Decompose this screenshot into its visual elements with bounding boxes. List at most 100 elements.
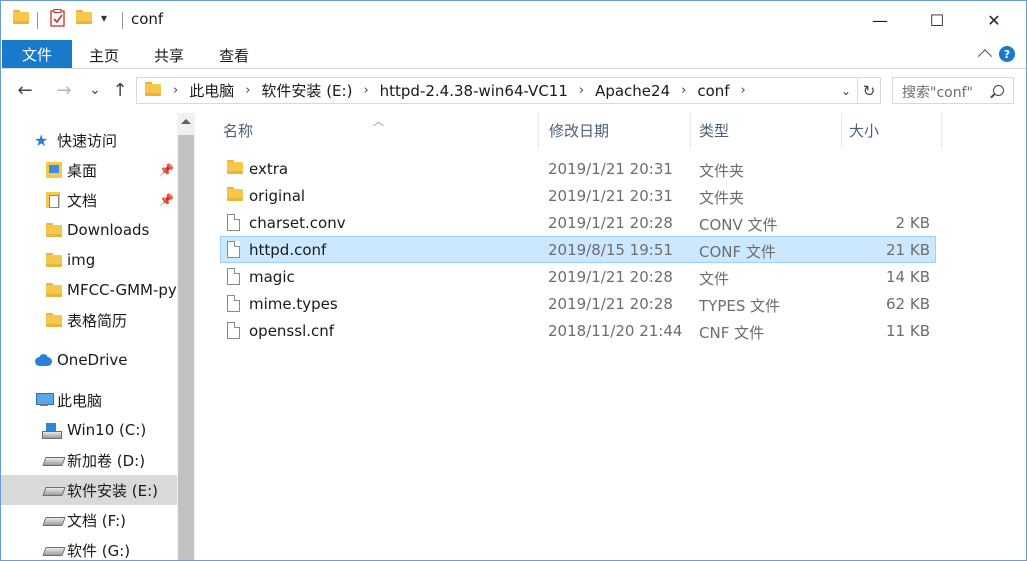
breadcrumb-this-pc[interactable]: 此电脑 xyxy=(189,80,234,101)
maximize-button[interactable]: ☐ xyxy=(914,1,960,39)
address-bar[interactable]: › 此电脑 › 软件安装 (E:) › httpd-2.4.38-win64-V… xyxy=(136,77,881,104)
sidebar-item-quick-access[interactable]: ★ 快速访问 xyxy=(1,125,177,155)
breadcrumb-httpd[interactable]: httpd-2.4.38-win64-VC11 xyxy=(380,82,568,100)
breadcrumb-drive-e[interactable]: 软件安装 (E:) xyxy=(261,80,352,101)
drive-icon xyxy=(44,485,67,495)
breadcrumb-separator[interactable]: › xyxy=(173,83,178,98)
minimize-button[interactable]: — xyxy=(857,1,903,39)
scrollbar-thumb[interactable] xyxy=(178,135,194,560)
file-size: 14 KB xyxy=(886,268,930,286)
desktop-icon xyxy=(46,162,67,178)
file-date: 2019/1/21 20:28 xyxy=(548,268,673,286)
address-dropdown-icon[interactable]: ⌄ xyxy=(836,81,856,101)
tab-file[interactable]: 文件 xyxy=(2,40,72,68)
column-divider[interactable] xyxy=(690,113,691,147)
file-size: 2 KB xyxy=(895,214,930,232)
folder-icon xyxy=(13,10,29,24)
breadcrumb-separator[interactable]: › xyxy=(681,83,686,98)
refresh-button[interactable]: ↻ xyxy=(857,78,880,103)
breadcrumb-conf[interactable]: conf xyxy=(697,82,729,100)
recent-locations-button[interactable]: ⌄ xyxy=(83,78,107,102)
breadcrumb-separator[interactable]: › xyxy=(245,83,250,98)
sidebar-item-drive-e[interactable]: 软件安装 (E:) xyxy=(1,475,177,505)
file-row-openssl-cnf[interactable]: openssl.cnf 2018/11/20 21:44 CNF 文件 11 K… xyxy=(220,317,936,344)
sidebar-item-label: OneDrive xyxy=(57,351,128,369)
sidebar-item-this-pc[interactable]: 此电脑 xyxy=(1,385,177,415)
navigation-bar: ← → ⌄ ↑ › 此电脑 › 软件安装 (E:) › httpd-2.4.38… xyxy=(1,70,1026,110)
sidebar-item-label: Downloads xyxy=(67,221,150,239)
search-input[interactable]: 搜索"conf" xyxy=(892,77,1014,104)
close-button[interactable]: ✕ xyxy=(971,1,1017,39)
folder-icon xyxy=(46,283,67,297)
sidebar-item-downloads[interactable]: Downloads xyxy=(1,215,177,245)
column-divider[interactable] xyxy=(941,113,942,147)
sidebar-item-documents[interactable]: 文档 📌 xyxy=(1,185,177,215)
file-list: ︿ 名称 修改日期 类型 大小 extra 2019/1/21 20:31 文件… xyxy=(198,113,1026,560)
file-type: CONF 文件 xyxy=(699,243,776,261)
file-row-charset-conv[interactable]: charset.conv 2019/1/21 20:28 CONV 文件 2 K… xyxy=(220,209,936,236)
new-folder-icon[interactable] xyxy=(76,10,92,24)
sidebar-scrollbar[interactable] xyxy=(177,113,195,560)
folder-icon xyxy=(46,253,67,267)
file-type: CONV 文件 xyxy=(699,216,778,234)
file-date: 2019/1/21 20:31 xyxy=(548,187,673,205)
computer-icon xyxy=(35,393,57,407)
file-row-extra[interactable]: extra 2019/1/21 20:31 文件夹 xyxy=(220,155,936,182)
column-header-date[interactable]: 修改日期 xyxy=(549,113,609,147)
expand-ribbon-icon[interactable] xyxy=(977,49,993,64)
sidebar-item-desktop[interactable]: 桌面 📌 xyxy=(1,155,177,185)
sort-ascending-icon: ︿ xyxy=(373,115,384,128)
sidebar-item-onedrive[interactable]: OneDrive xyxy=(1,345,177,375)
tab-home[interactable]: 主页 xyxy=(89,45,119,66)
file-name: httpd.conf xyxy=(249,241,327,259)
column-header-name[interactable]: 名称 xyxy=(223,113,253,147)
file-row-mime-types[interactable]: mime.types 2019/1/21 20:28 TYPES 文件 62 K… xyxy=(220,290,936,317)
sidebar-item-mfcc-gmm[interactable]: MFCC-GMM-py xyxy=(1,275,177,305)
sidebar-item-label: MFCC-GMM-py xyxy=(67,281,177,299)
file-date: 2019/1/21 20:28 xyxy=(548,295,673,313)
pin-icon[interactable]: 📌 xyxy=(159,163,174,177)
column-header-type[interactable]: 类型 xyxy=(699,113,729,147)
file-icon xyxy=(227,295,240,316)
tab-share[interactable]: 共享 xyxy=(154,45,184,66)
column-divider[interactable] xyxy=(538,113,539,147)
pin-icon[interactable]: 📌 xyxy=(159,193,174,207)
scroll-up-arrow-icon[interactable] xyxy=(181,119,191,124)
sidebar-item-drive-c[interactable]: Win10 (C:) xyxy=(1,415,177,445)
sidebar-item-drive-d[interactable]: 新加卷 (D:) xyxy=(1,445,177,475)
file-row-original[interactable]: original 2019/1/21 20:31 文件夹 xyxy=(220,182,936,209)
sidebar-item-resume-tables[interactable]: 表格简历 xyxy=(1,305,177,335)
sidebar-item-label: 软件 (G:) xyxy=(67,541,131,560)
file-row-magic[interactable]: magic 2019/1/21 20:28 文件 14 KB xyxy=(220,263,936,290)
column-divider[interactable] xyxy=(841,113,842,147)
file-size: 11 KB xyxy=(886,322,930,340)
sidebar-item-label: 软件安装 (E:) xyxy=(67,481,159,500)
breadcrumb-apache24[interactable]: Apache24 xyxy=(595,82,670,100)
tab-view[interactable]: 查看 xyxy=(219,45,249,66)
column-header-size[interactable]: 大小 xyxy=(849,113,879,147)
customize-toolbar-icon[interactable]: ▾ xyxy=(101,11,107,25)
properties-icon[interactable] xyxy=(50,9,67,27)
sidebar-item-drive-g[interactable]: 软件 (G:) xyxy=(1,535,177,560)
file-row-httpd-conf[interactable]: httpd.conf 2019/8/15 19:51 CONF 文件 21 KB xyxy=(220,236,936,263)
search-icon[interactable] xyxy=(993,85,1004,96)
folder-icon xyxy=(46,223,67,237)
drive-icon xyxy=(44,455,67,465)
sidebar-item-drive-f[interactable]: 文档 (F:) xyxy=(1,505,177,535)
sidebar-item-label: 文档 (F:) xyxy=(67,511,126,530)
title-bar: ▾ conf — ☐ ✕ xyxy=(1,1,1026,39)
help-icon[interactable]: ? xyxy=(999,46,1015,62)
sidebar-item-label: 新加卷 (D:) xyxy=(67,451,146,470)
breadcrumb-separator[interactable]: › xyxy=(579,83,584,98)
folder-icon xyxy=(46,313,67,327)
ribbon-tabs: 文件 主页 共享 查看 ? xyxy=(1,39,1026,69)
back-button[interactable]: ← xyxy=(13,78,37,102)
file-date: 2018/11/20 21:44 xyxy=(548,322,683,340)
folder-icon xyxy=(145,81,161,100)
sidebar-item-img[interactable]: img xyxy=(1,245,177,275)
forward-button[interactable]: → xyxy=(52,78,76,102)
up-button[interactable]: ↑ xyxy=(108,78,132,102)
breadcrumb-separator[interactable]: › xyxy=(363,83,368,98)
breadcrumb-separator[interactable]: › xyxy=(741,83,746,98)
folder-icon xyxy=(227,160,243,178)
